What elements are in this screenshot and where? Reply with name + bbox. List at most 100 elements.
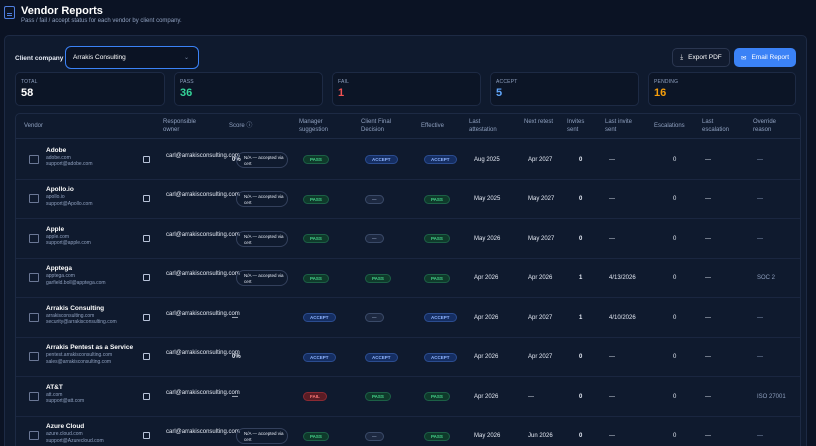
stat-pass: PASS 36 [174, 72, 323, 106]
score-na-badge: N/A — accepted via cert [236, 230, 288, 247]
table-row[interactable]: Arrakis Pentest as a Service pentest.arra… [16, 338, 800, 377]
report-link-icon[interactable] [143, 274, 150, 282]
page-title: Vendor Reports [21, 5, 103, 17]
table-row[interactable]: Apple apple.com support@apple.com carl@arra… [16, 219, 800, 259]
export-pdf-label: Export PDF [688, 54, 722, 61]
col-override[interactable]: Override reason [753, 118, 789, 134]
col-manager[interactable]: Manager suggestion [299, 118, 344, 134]
export-pdf-button[interactable]: ⤓ Export PDF [672, 48, 730, 67]
next-retest: Apr 2027 [528, 354, 553, 361]
override-reason: ISO 27001 [757, 393, 786, 400]
report-link-icon[interactable] [143, 313, 150, 321]
stat-total: TOTAL 58 [15, 72, 165, 106]
vendor-name[interactable]: Adobe [46, 147, 66, 154]
col-last-escalation[interactable]: Last escalation [702, 118, 738, 134]
escalations: 0 [673, 275, 677, 282]
last-attestation: May 2025 [474, 196, 501, 203]
client-decision-badge[interactable]: ACCEPT [365, 352, 398, 362]
vendor-email: support@Azurecloud.com [46, 437, 104, 444]
invites-sent: 0 [579, 433, 583, 440]
stat-value: 5 [496, 87, 503, 99]
override-reason: — [757, 433, 763, 440]
building-icon [29, 312, 39, 322]
last-invite-sent: — [609, 393, 615, 400]
next-retest: — [528, 393, 534, 400]
invites-sent: 1 [579, 314, 583, 321]
table-row[interactable]: Arrakis Consulting arrakisconsulting.com s… [16, 298, 800, 338]
invites-sent: 1 [579, 275, 583, 282]
invites-sent: 0 [579, 196, 583, 203]
score-na-badge: N/A — accepted via cert [236, 191, 288, 208]
vendor-name[interactable]: AT&T [46, 384, 63, 391]
escalations: 0 [673, 393, 677, 400]
vendor-name[interactable]: Apptega [46, 265, 72, 272]
invites-sent: 0 [579, 354, 583, 361]
override-reason: SOC 2 [757, 275, 776, 282]
vendor-name[interactable]: Apple [46, 226, 64, 233]
email-report-label: Email Report [751, 54, 790, 61]
report-link-icon[interactable] [143, 353, 150, 361]
vendor-name[interactable]: Azure Cloud [46, 423, 84, 430]
col-effective[interactable]: Effective [421, 122, 444, 130]
client-decision-badge[interactable]: — [365, 431, 384, 441]
col-owner[interactable]: Responsible owner [163, 118, 211, 134]
table-row[interactable]: AT&T att.com support@att.com carl@arrakisco… [16, 377, 800, 417]
last-attestation: Apr 2026 [474, 275, 499, 282]
manager-suggestion-badge: PASS [303, 431, 329, 441]
vendor-name[interactable]: Apollo.io [46, 186, 74, 193]
col-invites[interactable]: Invites sent [567, 118, 591, 134]
col-next-retest[interactable]: Next retest [524, 118, 554, 126]
table-row[interactable]: Azure Cloud azure.cloud.com support@Azurec… [16, 417, 800, 446]
vendor-name[interactable]: Arrakis Consulting [46, 305, 104, 312]
client-decision-badge[interactable]: PASS [365, 392, 391, 402]
client-decision-badge[interactable]: — [365, 194, 384, 204]
stat-value: 1 [338, 87, 345, 99]
report-link-icon[interactable] [143, 195, 150, 203]
invites-sent: 0 [579, 393, 583, 400]
override-reason: — [757, 354, 763, 361]
escalations: 0 [673, 235, 677, 242]
next-retest: Apr 2027 [528, 156, 553, 163]
effective-badge: PASS [424, 273, 450, 283]
vendor-name[interactable]: Arrakis Pentest as a Service [46, 344, 133, 351]
client-decision-badge[interactable]: — [365, 313, 384, 323]
client-company-value: Arrakis Consulting [73, 54, 126, 61]
effective-badge: ACCEPT [424, 313, 457, 323]
vendor-email: security@arrakisconsulting.com [46, 319, 117, 326]
last-escalation: — [705, 393, 711, 400]
client-decision-badge[interactable]: ACCEPT [365, 155, 398, 165]
building-icon [29, 273, 39, 283]
col-score[interactable]: Score ⓘ [229, 122, 252, 130]
client-decision-badge[interactable]: — [365, 234, 384, 244]
score-value: — [232, 314, 238, 321]
override-reason: — [757, 314, 763, 321]
report-link-icon[interactable] [143, 234, 150, 242]
owner-email: carl@arrakisconsulting.com [166, 389, 240, 396]
override-reason: — [757, 156, 763, 163]
col-escalations[interactable]: Escalations [654, 122, 685, 130]
col-last-invite[interactable]: Last invite sent [605, 118, 645, 134]
stat-fail: FAIL 1 [332, 72, 481, 106]
client-company-select[interactable]: Arrakis Consulting ⌄ [65, 46, 199, 69]
next-retest: Jun 2026 [528, 433, 553, 440]
last-invite-sent: — [609, 196, 615, 203]
email-report-button[interactable]: ✉ Email Report [734, 48, 796, 67]
last-attestation: Apr 2026 [474, 393, 499, 400]
table-row[interactable]: Adobe adobe.com support@adobe.com carl@arra… [16, 140, 800, 180]
last-invite-sent: — [609, 156, 615, 163]
last-escalation: — [705, 314, 711, 321]
report-link-icon[interactable] [143, 432, 150, 440]
col-client-decision[interactable]: Client Final Decision [361, 118, 401, 134]
report-link-icon[interactable] [143, 392, 150, 400]
col-vendor[interactable]: Vendor [24, 122, 43, 130]
score-value: 0% [232, 354, 241, 361]
col-last-attestation[interactable]: Last attestation [469, 118, 509, 134]
stat-label: PASS [180, 79, 194, 85]
stat-value: 36 [180, 87, 193, 99]
table-row[interactable]: Apptega apptega.com garfield.boll@apptega.… [16, 259, 800, 298]
report-link-icon[interactable] [143, 155, 150, 163]
effective-badge: PASS [424, 234, 450, 244]
stat-value: 58 [21, 87, 34, 99]
table-row[interactable]: Apollo.io apollo.io support@Apollo.com carl… [16, 180, 800, 219]
client-decision-badge[interactable]: PASS [365, 273, 391, 283]
